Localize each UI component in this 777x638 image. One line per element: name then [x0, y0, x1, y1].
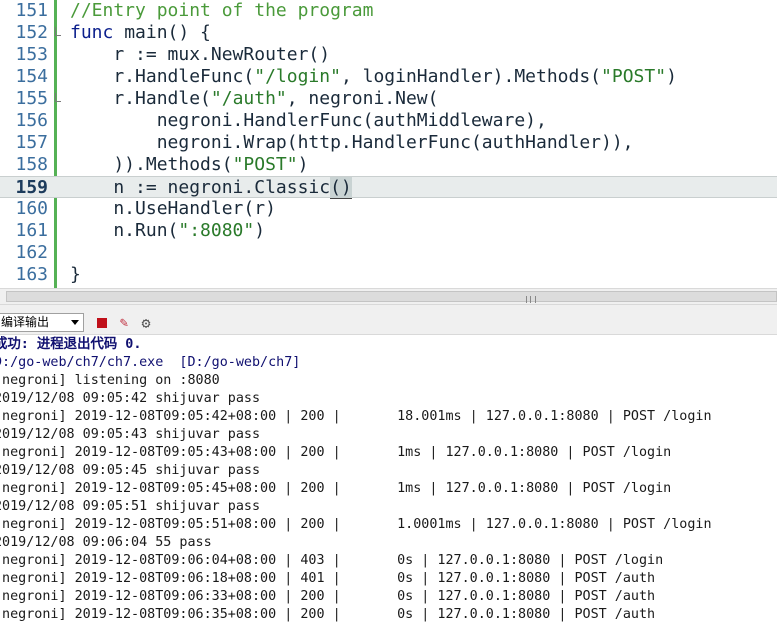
code-token: negroni.Wrap(http.HandlerFunc(authHandle… [70, 132, 634, 153]
line-number: 153 [15, 44, 48, 65]
line-number: 162 [15, 242, 48, 263]
code-token: n.Run( [70, 220, 179, 241]
code-token: ":8080" [178, 220, 255, 241]
code-line[interactable]: 158 )).Methods("POST") [0, 154, 777, 176]
code-token: ) [666, 66, 677, 87]
code-text: negroni.HandlerFunc(authMiddleware), [70, 110, 547, 132]
chevron-down-icon [71, 320, 79, 325]
code-token: "POST" [232, 154, 298, 175]
code-line[interactable]: 153 r := mux.NewRouter() [0, 44, 777, 66]
code-token: , negroni.New( [286, 88, 439, 109]
output-type-value: 编译输出 [1, 315, 50, 329]
output-line: [negroni] 2019-12-08T09:06:18+08:00 | 40… [0, 571, 656, 586]
code-text: r := mux.NewRouter() [70, 44, 330, 66]
code-token: "POST" [601, 66, 667, 87]
code-token: r.HandleFunc( [70, 66, 255, 87]
code-line[interactable]: 161 n.Run(":8080") [0, 220, 777, 242]
code-text: func main() { [70, 22, 211, 44]
output-line: [negroni] 2019-12-08T09:05:45+08:00 | 20… [0, 481, 672, 496]
code-line[interactable]: 160 n.UseHandler(r) [0, 198, 777, 220]
output-line: [negroni] 2019-12-08T09:06:35+08:00 | 20… [0, 607, 656, 622]
scrollbar-grip-icon [526, 296, 536, 303]
code-token: "/auth" [210, 88, 287, 109]
line-number: 156 [15, 110, 48, 131]
code-text: )).Methods("POST") [70, 154, 308, 176]
code-text: r.HandleFunc("/login", loginHandler).Met… [70, 66, 677, 88]
line-number: 155 [15, 88, 48, 109]
code-line[interactable]: 157 negroni.Wrap(http.HandlerFunc(authHa… [0, 132, 777, 154]
output-line: 2019/12/08 09:05:51 shijuvar pass [0, 499, 261, 514]
code-text: negroni.Wrap(http.HandlerFunc(authHandle… [70, 132, 634, 154]
output-line: 2019/12/08 09:06:04 55 pass [0, 535, 212, 550]
code-text: n.UseHandler(r) [70, 198, 276, 220]
output-line: 成功: 进程退出代码 0. [0, 337, 142, 352]
code-text: //Entry point of the program [70, 0, 373, 22]
code-line[interactable]: 154 r.HandleFunc("/login", loginHandler)… [0, 66, 777, 88]
code-token: ) [254, 220, 266, 241]
clear-icon[interactable]: ✎ [116, 315, 132, 331]
line-number: 161 [15, 220, 48, 241]
line-number: 151 [15, 0, 48, 21]
output-console[interactable]: 成功: 进程退出代码 0. D:/go-web/ch7/ch7.exe [D:/g… [0, 335, 777, 638]
output-line: [negroni] listening on :8080 [0, 373, 220, 388]
code-line[interactable]: 152 func main() { [0, 22, 777, 44]
code-token: negroni.HandlerFunc(authMiddleware), [70, 110, 547, 131]
line-number: 154 [15, 66, 48, 87]
code-text: n.Run(":8080") [70, 220, 265, 242]
line-number: 163 [15, 264, 48, 285]
code-line[interactable]: 159 n := negroni.Classic() [0, 176, 777, 199]
code-token: , loginHandler).Methods( [340, 66, 602, 87]
code-text: } [70, 264, 81, 286]
output-line: [negroni] 2019-12-08T09:06:33+08:00 | 20… [0, 589, 656, 604]
code-line[interactable]: 151 //Entry point of the program [0, 0, 777, 22]
code-token: func [70, 22, 114, 43]
line-number: 158 [15, 154, 48, 175]
scrollbar-thumb[interactable] [6, 291, 777, 303]
line-number: 157 [15, 132, 48, 153]
line-number: 159 [15, 177, 48, 198]
code-line[interactable]: 156 negroni.HandlerFunc(authMiddleware), [0, 110, 777, 132]
line-number: 160 [15, 198, 48, 219]
code-line[interactable]: 163} [0, 264, 777, 286]
code-token: r := mux.NewRouter() [70, 44, 331, 65]
code-token: n.UseHandler(r) [70, 198, 276, 219]
settings-icon[interactable]: ⚙ [138, 315, 154, 331]
code-editor[interactable]: 151 //Entry point of the program 152 func m… [0, 0, 777, 288]
line-number: 152 [15, 22, 48, 43]
code-text: n := negroni.Classic() [70, 177, 352, 199]
code-token: //Entry point of the program [70, 0, 374, 21]
code-token: )).Methods( [70, 154, 233, 175]
output-type-select[interactable]: 编译输出 [0, 313, 84, 332]
output-line: [negroni] 2019-12-08T09:05:42+08:00 | 20… [0, 409, 712, 424]
fold-marker-icon[interactable] [55, 93, 61, 102]
code-token: ) [297, 154, 309, 175]
output-line: [negroni] 2019-12-08T09:05:43+08:00 | 20… [0, 445, 672, 460]
code-token: () [330, 177, 352, 199]
code-token: r.Handle( [70, 88, 211, 109]
horizontal-scrollbar[interactable] [0, 288, 777, 305]
stop-icon[interactable] [94, 315, 110, 331]
output-line: [negroni] 2019-12-08T09:06:04+08:00 | 40… [0, 553, 664, 568]
code-token: n := negroni.Classic [70, 177, 331, 198]
output-line: D:/go-web/ch7/ch7.exe [D:/go-web/ch7] [0, 355, 301, 370]
code-line[interactable]: 155 r.Handle("/auth", negroni.New( [0, 88, 777, 110]
output-line: [negroni] 2019-12-08T09:05:51+08:00 | 20… [0, 517, 712, 532]
output-line: 2019/12/08 09:05:43 shijuvar pass [0, 427, 261, 442]
code-token: } [70, 264, 81, 285]
code-token: main() { [113, 22, 211, 43]
fold-marker-icon[interactable] [55, 27, 61, 36]
code-line[interactable]: 162 [0, 242, 777, 264]
output-line: 2019/12/08 09:05:45 shijuvar pass [0, 463, 261, 478]
output-toolbar: 编译输出 ✎ ⚙ [0, 311, 777, 335]
output-line: 2019/12/08 09:05:42 shijuvar pass [0, 391, 261, 406]
code-text: r.Handle("/auth", negroni.New( [70, 88, 438, 110]
code-token: "/login" [254, 66, 341, 87]
